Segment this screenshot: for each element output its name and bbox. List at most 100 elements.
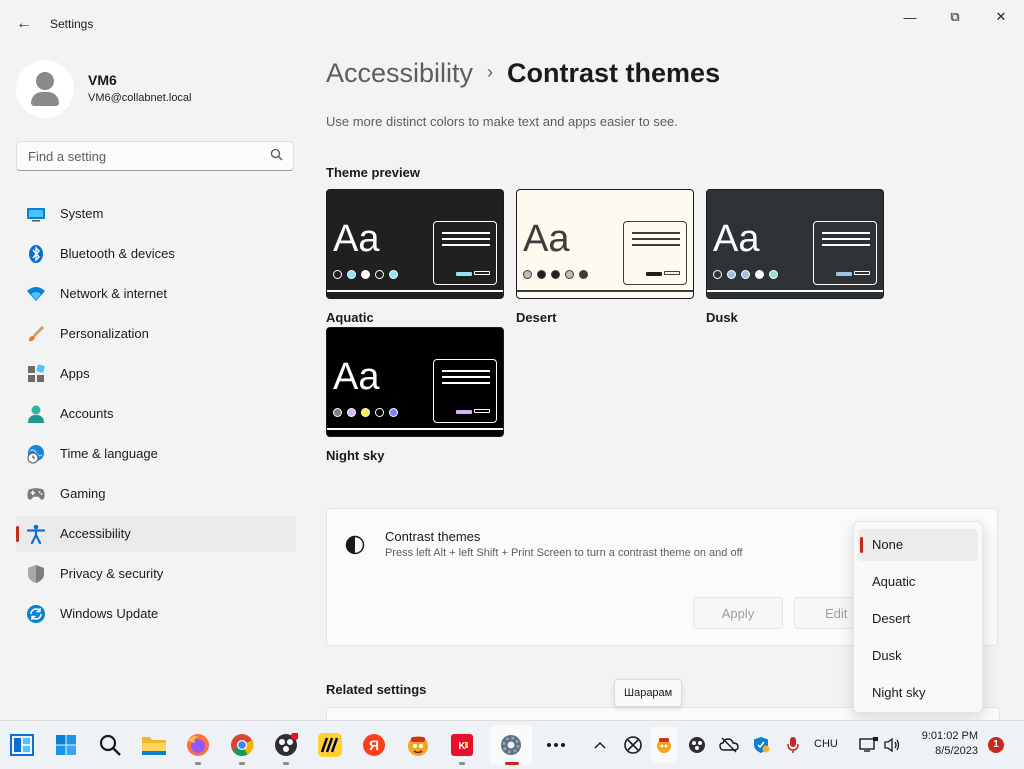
sidebar-item-personalization[interactable]: Personalization (16, 316, 296, 352)
theme-color-dot (361, 270, 370, 279)
xbox-icon[interactable] (621, 733, 645, 757)
dropdown-option-night-sky[interactable]: Night sky (858, 677, 978, 709)
theme-sample-text: Aa (713, 218, 760, 260)
minimize-button[interactable]: — (887, 4, 933, 30)
update-icon (26, 604, 46, 624)
sidebar-item-gaming[interactable]: Gaming (16, 476, 296, 512)
theme-color-dot (769, 270, 778, 279)
clock-time: 9:01:02 PM (921, 730, 978, 742)
sidebar-item-privacy[interactable]: Privacy & security (16, 556, 296, 592)
title-bar: ← Settings — ⧉ ✕ (0, 0, 1024, 48)
close-icon: ✕ (995, 9, 1007, 24)
yandex-browser-icon[interactable]: Я (360, 731, 388, 759)
sidebar-item-label: Accounts (60, 406, 114, 421)
theme-color-dot (551, 270, 560, 279)
theme-color-dot (523, 270, 532, 279)
theme-color-dot (727, 270, 736, 279)
selection-indicator (16, 526, 19, 542)
taskbar-tooltip: Шарарам (614, 679, 683, 707)
chevron-up-icon[interactable] (588, 733, 612, 757)
brush-icon (26, 324, 46, 344)
wifi-icon (26, 284, 46, 304)
gamepad-icon (26, 484, 46, 504)
avatar (16, 60, 74, 118)
notification-badge[interactable]: 1 (988, 737, 1004, 753)
search-input[interactable] (26, 148, 260, 165)
input-language-indicator[interactable]: CHU (814, 738, 838, 750)
contrast-theme-dropdown[interactable]: None Aquatic Desert Dusk Night sky (853, 521, 983, 713)
related-settings-title: Related settings (326, 682, 427, 697)
dropdown-option-label: Night sky (872, 685, 926, 700)
theme-window-sample (433, 221, 497, 285)
close-button[interactable]: ✕ (978, 4, 1024, 30)
dropdown-option-aquatic[interactable]: Aquatic (858, 566, 978, 598)
system-clock[interactable]: 9:01:02 PM 8/5/2023 (900, 729, 978, 759)
page-subtitle: Use more distinct colors to make text an… (326, 114, 678, 129)
theme-preview-title: Theme preview (326, 165, 420, 180)
dropdown-option-dusk[interactable]: Dusk (858, 640, 978, 672)
sidebar-item-system[interactable]: System (16, 196, 296, 232)
firefox-icon[interactable] (184, 731, 212, 765)
security-shield-icon[interactable] (749, 733, 773, 757)
dropdown-option-desert[interactable]: Desert (858, 603, 978, 635)
dropdown-option-none[interactable]: None (858, 529, 978, 561)
sidebar-item-apps[interactable]: Apps (16, 356, 296, 392)
sidebar-item-label: Bluetooth & devices (60, 246, 175, 261)
obs-icon[interactable] (272, 731, 300, 765)
kaspersky-icon[interactable]: K (448, 731, 476, 765)
obs-tray-icon[interactable] (685, 733, 709, 757)
sidebar-item-accessibility[interactable]: Accessibility (16, 516, 296, 552)
theme-name-label: Aquatic (326, 310, 374, 325)
sidebar-item-time-language[interactable]: Time & language (16, 436, 296, 472)
start-icon[interactable] (52, 731, 80, 759)
theme-color-dot (375, 270, 384, 279)
theme-sample-text: Aa (333, 218, 380, 260)
contrast-icon (345, 535, 365, 555)
dropdown-option-label: Dusk (872, 648, 902, 663)
game-app-icon[interactable] (404, 731, 432, 759)
theme-color-dots (523, 270, 588, 279)
search-icon[interactable] (270, 148, 283, 164)
minimize-icon: — (903, 9, 917, 25)
theme-sample-text: Aa (523, 218, 570, 260)
cloud-offline-icon[interactable] (717, 733, 741, 757)
sidebar-item-windows-update[interactable]: Windows Update (16, 596, 296, 632)
network-icon[interactable] (857, 733, 881, 757)
sidebar-item-accounts[interactable]: Accounts (16, 396, 296, 432)
chrome-icon[interactable] (228, 731, 256, 765)
accessibility-icon (26, 524, 46, 544)
user-email: VM6@collabnet.local (88, 92, 192, 104)
theme-preview-aquatic[interactable]: Aa (326, 189, 504, 299)
back-button[interactable]: ← (10, 10, 38, 38)
miro-icon[interactable] (316, 731, 344, 759)
settings-gear-icon[interactable] (497, 731, 525, 759)
maximize-button[interactable]: ⧉ (932, 4, 978, 30)
search-box[interactable] (16, 141, 294, 171)
sidebar-item-label: Apps (60, 366, 90, 381)
globe-clock-icon (26, 444, 46, 464)
microphone-icon[interactable] (781, 733, 805, 757)
tray-app-icon[interactable] (652, 733, 676, 757)
sidebar-item-label: Network & internet (60, 286, 167, 301)
theme-color-dot (389, 270, 398, 279)
theme-color-dot (755, 270, 764, 279)
sidebar-item-label: System (60, 206, 104, 221)
theme-color-dot (741, 270, 750, 279)
theme-window-sample (623, 221, 687, 285)
theme-preview-night-sky[interactable]: Aa (326, 327, 504, 437)
theme-color-dots (713, 270, 778, 279)
sidebar-item-network[interactable]: Network & internet (16, 276, 296, 312)
theme-color-dot (579, 270, 588, 279)
dropdown-option-label: Aquatic (872, 574, 916, 589)
more-apps-icon[interactable] (542, 731, 570, 759)
sidebar-item-bluetooth[interactable]: Bluetooth & devices (16, 236, 296, 272)
theme-preview-desert[interactable]: Aa (516, 189, 694, 299)
user-profile[interactable]: VM6 VM6@collabnet.local (16, 60, 296, 120)
file-explorer-icon[interactable] (140, 731, 168, 759)
apply-button[interactable]: Apply (693, 597, 783, 629)
widgets-icon[interactable] (8, 731, 36, 759)
search-icon[interactable] (96, 731, 124, 759)
theme-preview-dusk[interactable]: Aa (706, 189, 884, 299)
breadcrumb-parent[interactable]: Accessibility (326, 58, 473, 88)
svg-text:Я: Я (369, 737, 379, 753)
